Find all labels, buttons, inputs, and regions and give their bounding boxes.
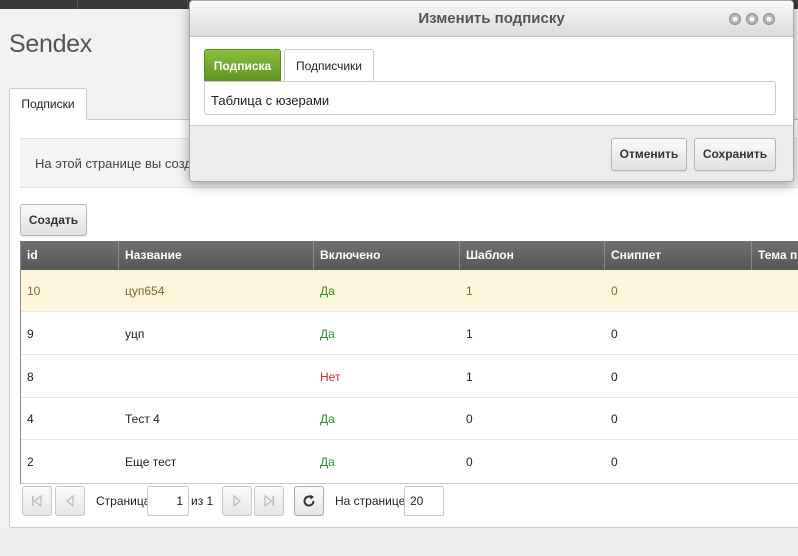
cell-enabled: Да — [320, 284, 335, 298]
refresh-icon — [303, 494, 315, 507]
cell-id: 8 — [27, 370, 34, 384]
column-header-template[interactable]: Шаблон — [460, 241, 605, 270]
column-header-enabled[interactable]: Включено — [314, 241, 460, 270]
top-nav-segment[interactable] — [78, 0, 188, 9]
dialog-header: Изменить подписку — [190, 1, 793, 37]
create-button[interactable]: Создать — [20, 204, 87, 236]
cancel-button[interactable]: Отменить — [611, 138, 687, 171]
cell-snippet: 0 — [611, 412, 618, 426]
top-nav-segment[interactable] — [0, 0, 78, 9]
column-header-name[interactable]: Название — [119, 241, 314, 270]
tab-subscribers[interactable]: Подписчики — [284, 49, 374, 81]
cell-template: 1 — [466, 370, 473, 384]
table-row[interactable]: 10 цуп654 Да 1 0 — [21, 270, 798, 312]
dialog-title: Изменить подписку — [418, 10, 565, 27]
prev-page-icon — [66, 494, 74, 508]
next-page-icon — [233, 494, 241, 508]
cell-snippet: 0 — [611, 370, 618, 384]
minimize-icon[interactable] — [729, 13, 741, 25]
subscriptions-grid: id Название Включено Шаблон Сниппет Тема… — [20, 241, 798, 484]
tab-subscription[interactable]: Подписка — [204, 49, 281, 81]
table-row[interactable]: 8 Нет 1 0 — [21, 356, 798, 398]
cell-id: 4 — [27, 412, 34, 426]
cell-enabled: Да — [320, 327, 335, 341]
maximize-icon[interactable] — [746, 13, 758, 25]
cell-id: 10 — [27, 284, 41, 298]
edit-subscription-dialog: Изменить подписку Подписка Подписчики Та… — [189, 0, 794, 182]
page-footer-area — [0, 528, 798, 556]
column-header-subject[interactable]: Тема п — [752, 241, 798, 270]
last-page-icon — [264, 494, 274, 508]
page-count-label: из 1 — [191, 494, 214, 508]
column-header-snippet[interactable]: Сниппет — [605, 241, 752, 270]
cell-name — [119, 356, 125, 398]
cell-name: Тест 4 — [125, 412, 160, 426]
cell-snippet: 0 — [611, 455, 618, 469]
prev-page-button[interactable] — [55, 486, 85, 516]
cell-template: 1 — [466, 327, 473, 341]
cell-enabled: Нет — [320, 370, 341, 384]
first-page-button[interactable] — [22, 486, 52, 516]
page-number-input[interactable]: 1 — [147, 486, 189, 516]
cell-id: 2 — [27, 455, 34, 469]
column-header-id[interactable]: id — [21, 241, 119, 270]
dialog-footer: Отменить Сохранить — [190, 125, 793, 181]
cell-template: 1 — [466, 284, 473, 298]
next-page-button[interactable] — [222, 486, 252, 516]
table-row[interactable]: 9 уцп Да 1 0 — [21, 313, 798, 355]
per-page-input[interactable]: 20 — [404, 486, 444, 516]
app-logo: Sendex — [9, 30, 92, 58]
cell-name: цуп654 — [125, 284, 165, 298]
cell-name: уцп — [125, 327, 145, 341]
cell-enabled: Да — [320, 455, 335, 469]
cell-snippet: 0 — [611, 327, 618, 341]
cell-name: Еще тест — [125, 455, 177, 469]
subscribers-table-placeholder: Таблица с юзерами — [204, 81, 776, 115]
last-page-button[interactable] — [254, 486, 284, 516]
table-row[interactable]: 2 Еще тест Да 0 0 — [21, 441, 798, 483]
cell-template: 0 — [466, 455, 473, 469]
per-page-label: На странице: — [335, 494, 409, 508]
refresh-button[interactable] — [294, 486, 324, 516]
cell-enabled: Да — [320, 412, 335, 426]
cell-id: 9 — [27, 327, 34, 341]
pagination-toolbar: Страница 1 из 1 На странице: 20 — [20, 484, 798, 520]
cell-template: 0 — [466, 412, 473, 426]
table-row[interactable]: 4 Тест 4 Да 0 0 — [21, 398, 798, 440]
save-button[interactable]: Сохранить — [694, 138, 776, 171]
tab-subscriptions[interactable]: Подписки — [9, 88, 87, 120]
page-label: Страница — [96, 494, 151, 508]
close-icon[interactable] — [763, 13, 775, 25]
cell-snippet: 0 — [611, 284, 618, 298]
first-page-icon — [32, 494, 42, 508]
grid-header: id Название Включено Шаблон Сниппет Тема… — [21, 241, 798, 270]
